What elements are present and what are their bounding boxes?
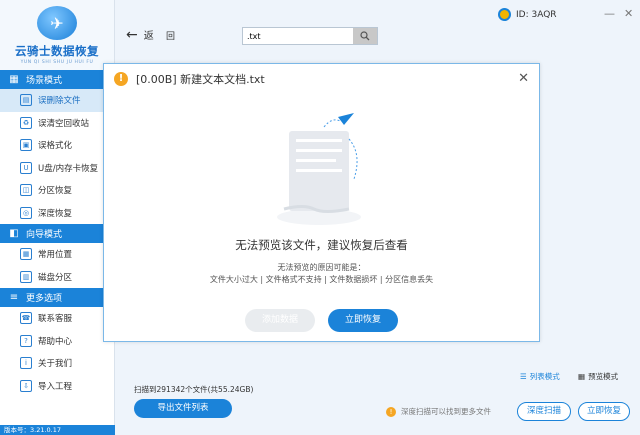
sidebar-item-label: 深度恢复 — [38, 208, 73, 219]
app-subtitle: YUN QI SHI SHU JU HUI FU — [20, 60, 94, 65]
sidebar-item-partition[interactable]: ◫ 分区恢复 — [0, 179, 114, 202]
sidebar-item-format[interactable]: ▣ 误格式化 — [0, 134, 114, 157]
sidebar-item-help[interactable]: ? 帮助中心 — [0, 330, 114, 353]
menu-icon: ≡ — [9, 292, 19, 303]
preview-dialog: ! [0.00B] 新建文本文档.txt ✕ 无法预览该文件，建议恢复后查看 无… — [103, 63, 540, 342]
avatar — [498, 8, 511, 21]
tip-icon: ! — [386, 406, 396, 417]
sidebar-item-label: 分区恢复 — [38, 186, 73, 197]
app-title: 云骑士数据恢复 — [15, 44, 99, 58]
sidebar-item-label: 常用位置 — [38, 250, 73, 261]
grid-icon: ▦ — [9, 74, 19, 85]
list-icon: ☰ — [520, 372, 527, 381]
location-icon: ▦ — [20, 248, 32, 261]
sidebar-item-label: 误删除文件 — [38, 96, 81, 107]
section-title: 场景模式 — [26, 76, 63, 86]
sidebar-item-support[interactable]: ☎ 联系客服 — [0, 307, 114, 330]
usb-icon: U — [20, 161, 32, 174]
sidebar-item-label: 帮助中心 — [38, 336, 73, 347]
sidebar-item-usb[interactable]: U U盘/内存卡恢复 — [0, 157, 114, 180]
deep-scan-button[interactable]: 深度扫描 — [517, 402, 571, 421]
logo-icon: ✈ — [37, 6, 77, 40]
sidebar: ✈ 云骑士数据恢复 YUN QI SHI SHU JU HUI FU ▦ 场景模… — [0, 0, 115, 435]
minimize-button[interactable]: — — [604, 7, 615, 20]
deep-scan-tip: ! 深度扫描可以找到更多文件 — [386, 406, 491, 417]
list-mode-toggle[interactable]: ☰ 列表模式 — [520, 371, 560, 382]
add-data-button: 添加数据 — [245, 309, 315, 332]
main-message: 无法预览该文件，建议恢复后查看 — [235, 238, 408, 252]
recover-now-button[interactable]: 立即恢复 — [578, 402, 630, 421]
sidebar-item-deep-recovery[interactable]: ◎ 深度恢复 — [0, 202, 114, 225]
trash-icon: ▤ — [20, 94, 32, 107]
sidebar-item-deleted-files[interactable]: ▤ 误删除文件 — [0, 89, 114, 112]
section-title: 向导模式 — [26, 230, 63, 240]
sidebar-item-import[interactable]: ⇩ 导入工程 — [0, 375, 114, 398]
user-info[interactable]: ID: 3AQR — [498, 8, 557, 21]
info-icon: i — [20, 357, 32, 370]
topbar: ← 返 回 ID: 3AQR — ✕ — [116, 0, 640, 70]
section-wizard-mode: ◧ 向导模式 — [0, 224, 114, 243]
sidebar-item-label: 误格式化 — [38, 141, 73, 152]
return-button[interactable]: 回 — [166, 29, 175, 42]
sidebar-item-label: 导入工程 — [38, 381, 73, 392]
window-close-button[interactable]: ✕ — [624, 7, 633, 20]
dialog-title: [0.00B] 新建文本文档.txt — [136, 73, 265, 86]
version-label: 版本号：3.21.0.17 — [0, 425, 115, 435]
export-file-list-button[interactable]: 导出文件列表 — [134, 399, 232, 418]
deep-recovery-icon: ◎ — [20, 206, 32, 219]
arrow-left-icon: ← — [126, 26, 138, 43]
import-icon: ⇩ — [20, 379, 32, 392]
recover-now-dialog-button[interactable]: 立即恢复 — [328, 309, 398, 332]
support-icon: ☎ — [20, 312, 32, 325]
sidebar-item-label: 磁盘分区 — [38, 272, 73, 283]
dialog-header: ! [0.00B] 新建文本文档.txt — [104, 64, 539, 94]
preview-mode-label: 预览模式 — [588, 372, 619, 381]
warning-icon: ! — [114, 72, 128, 86]
sidebar-item-label: 误清空回收站 — [38, 118, 90, 129]
sidebar-item-disk-partition[interactable]: ▥ 磁盘分区 — [0, 266, 114, 289]
search-box — [242, 27, 378, 45]
recycle-bin-icon: ♻ — [20, 116, 32, 129]
preview-mode-toggle[interactable]: ▦ 预览模式 — [578, 371, 618, 382]
partition-icon: ◫ — [20, 184, 32, 197]
reasons-text: 文件大小过大 | 文件格式不支持 | 文件数据损坏 | 分区信息丢失 — [209, 275, 434, 284]
search-input[interactable] — [243, 28, 353, 44]
help-icon: ? — [20, 334, 32, 347]
tip-text: 深度扫描可以找到更多文件 — [401, 407, 491, 416]
dialog-close-button[interactable]: ✕ — [518, 71, 529, 86]
disk-icon: ▥ — [20, 270, 32, 283]
sidebar-item-common-location[interactable]: ▦ 常用位置 — [0, 243, 114, 266]
sidebar-item-label: 联系客服 — [38, 314, 73, 325]
back-label: 返 — [143, 31, 154, 42]
section-title: 更多选项 — [26, 294, 63, 304]
search-icon — [360, 31, 370, 41]
logo: ✈ 云骑士数据恢复 YUN QI SHI SHU JU HUI FU — [0, 0, 114, 70]
wizard-icon: ◧ — [9, 228, 19, 239]
section-scene-mode: ▦ 场景模式 — [0, 70, 114, 89]
sidebar-item-label: 关于我们 — [38, 359, 73, 370]
sidebar-item-about[interactable]: i 关于我们 — [0, 352, 114, 375]
scan-summary: 扫描到291342个文件(共55.24GB) — [134, 385, 254, 394]
sub-message: 无法预览的原因可能是： — [277, 263, 366, 272]
sidebar-item-label: U盘/内存卡恢复 — [38, 163, 99, 174]
grid-view-icon: ▦ — [578, 372, 586, 381]
section-more-options: ≡ 更多选项 — [0, 288, 114, 307]
list-mode-label: 列表模式 — [529, 372, 560, 381]
format-icon: ▣ — [20, 139, 32, 152]
sidebar-item-recycle-bin[interactable]: ♻ 误清空回收站 — [0, 112, 114, 135]
search-button[interactable] — [353, 28, 377, 44]
user-id: ID: 3AQR — [516, 9, 557, 20]
document-illustration-icon — [277, 113, 361, 225]
back-button[interactable]: ← 返 — [126, 26, 154, 43]
